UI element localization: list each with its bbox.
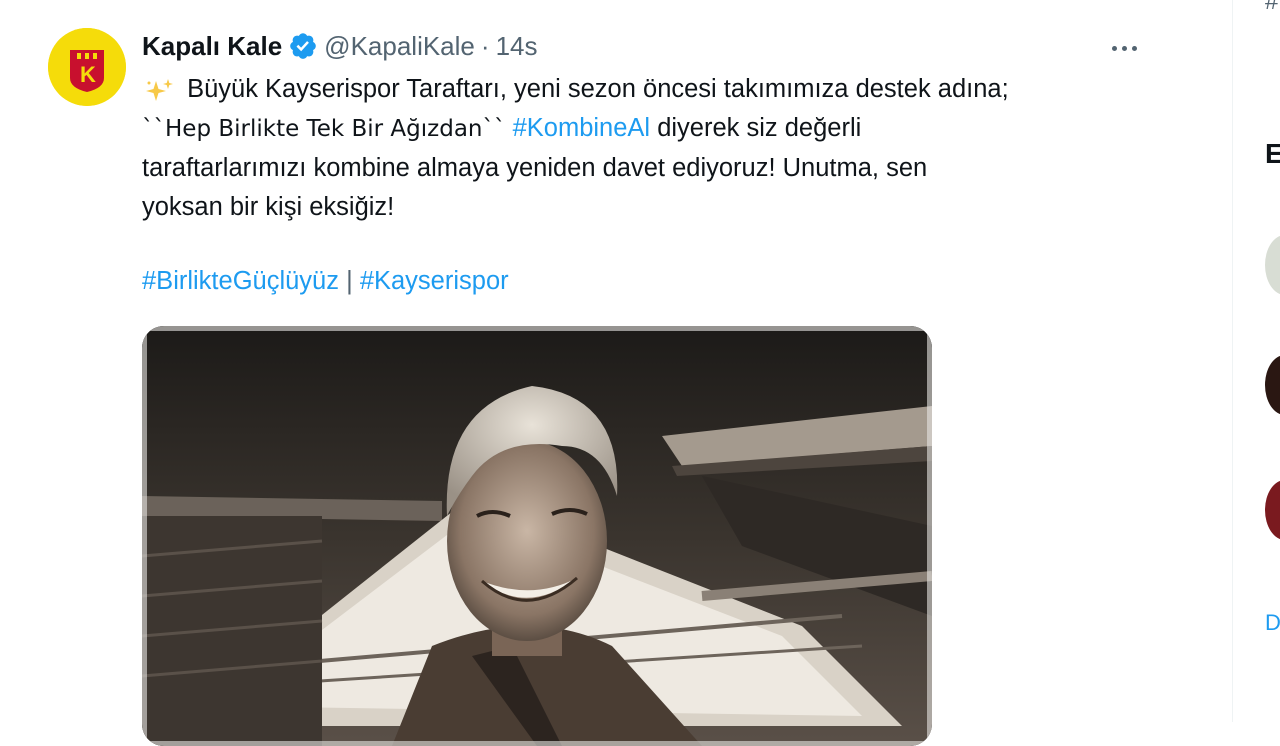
sparkles-emoji-icon <box>146 79 173 101</box>
separator-dot: · <box>480 30 490 61</box>
hashtag-separator: | <box>346 267 353 295</box>
hashtag-birliktegucluyuz-link[interactable]: #BirlikteGüçlüyüz <box>142 267 339 295</box>
right-sidebar-partial: # E D <box>1233 0 1280 722</box>
sidebar-partial-link[interactable]: D <box>1265 610 1280 636</box>
suggested-account-avatar[interactable] <box>1265 355 1280 415</box>
suggested-account-avatar[interactable] <box>1265 235 1280 295</box>
tweet-media-image[interactable] <box>142 326 932 746</box>
sidebar-partial-hash: # <box>1265 0 1279 15</box>
tweet-text-line4: yoksan bir kişi eksiğiz! <box>142 193 395 221</box>
suggested-account-avatar[interactable] <box>1265 480 1280 540</box>
kayserispor-logo-icon: K <box>48 28 126 106</box>
tweet-text: Büyük Kayserispor Taraftarı, yeni sezon … <box>142 70 1152 227</box>
tweet-line-3: taraftarlarımızı kombine almaya yeniden … <box>142 149 1152 188</box>
hashtag-kayserispor-link[interactable]: #Kayserispor <box>360 267 509 295</box>
tweet-timestamp[interactable]: 14s <box>496 31 538 62</box>
tweet-text-line3: taraftarlarımızı kombine almaya yeniden … <box>142 154 928 182</box>
more-options-icon[interactable] <box>1104 30 1144 66</box>
author-name[interactable]: Kapalı Kale <box>142 31 282 62</box>
tweet-text-line1: Büyük Kayserispor Taraftarı, yeni sezon … <box>187 75 1009 103</box>
svg-text:K: K <box>80 62 96 87</box>
stadium-portrait-photo <box>142 326 932 746</box>
tweet-hashtags: #BirlikteGüçlüyüz | #Kayserispor <box>142 262 509 301</box>
sidebar-partial-heading: E <box>1265 138 1280 169</box>
tweet-line-1: Büyük Kayserispor Taraftarı, yeni sezon … <box>142 70 1152 109</box>
hashtag-kombineal-link[interactable]: #KombineAl <box>513 114 651 142</box>
tweet-text-line2: diyerek siz değerli <box>657 114 862 142</box>
tweet-line-2: ``Hep Birlikte Tek Bir Ağızdan`` #Kombin… <box>142 109 1152 149</box>
verified-badge-icon[interactable] <box>288 31 318 61</box>
tweet-column: K Kapalı Kale @KapaliKale · 14s Büyük Ka… <box>0 0 1233 746</box>
tweet-quote: ``Hep Birlikte Tek Bir Ağızdan`` <box>142 116 506 142</box>
profile-avatar[interactable]: K <box>48 28 126 106</box>
tweet-header: Kapalı Kale @KapaliKale · 14s <box>142 30 537 62</box>
author-handle[interactable]: @KapaliKale <box>324 31 475 62</box>
tweet-line-4: yoksan bir kişi eksiğiz! <box>142 188 1152 227</box>
